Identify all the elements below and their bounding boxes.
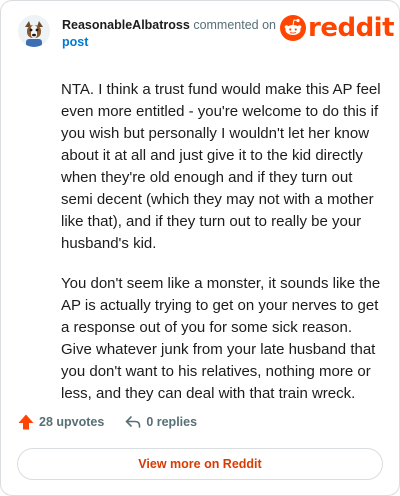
- avatar[interactable]: [18, 15, 50, 47]
- upvote-button[interactable]: 28 upvotes: [17, 413, 104, 431]
- comment-paragraph: NTA. I think a trust fund would make thi…: [61, 81, 381, 252]
- upvote-count: 28 upvotes: [39, 415, 105, 429]
- reply-count: 0 replies: [146, 415, 198, 429]
- post-link[interactable]: post: [62, 35, 88, 49]
- comment-body: NTA. I think a trust fund would make thi…: [61, 79, 381, 423]
- comment-header: ReasonableAlbatross commented on post: [62, 17, 277, 51]
- dog-avatar-icon: [18, 15, 50, 47]
- reddit-wordmark: reddit: [308, 13, 395, 43]
- comment-embed-card: ReasonableAlbatross commented on post re…: [0, 0, 400, 496]
- reddit-logo[interactable]: reddit: [280, 13, 395, 43]
- upvote-arrow-icon: [18, 414, 34, 430]
- reddit-snoo-icon: [280, 15, 306, 41]
- reply-arrow-icon: [126, 416, 141, 428]
- reply-button[interactable]: 0 replies: [124, 413, 197, 431]
- comment-actions: 28 upvotes 0 replies: [17, 413, 197, 431]
- view-more-button[interactable]: View more on Reddit: [17, 448, 383, 480]
- comment-paragraph: You don't seem like a monster, it sounds…: [61, 275, 381, 402]
- commented-on-text: commented on: [193, 18, 276, 32]
- username[interactable]: ReasonableAlbatross: [62, 18, 190, 32]
